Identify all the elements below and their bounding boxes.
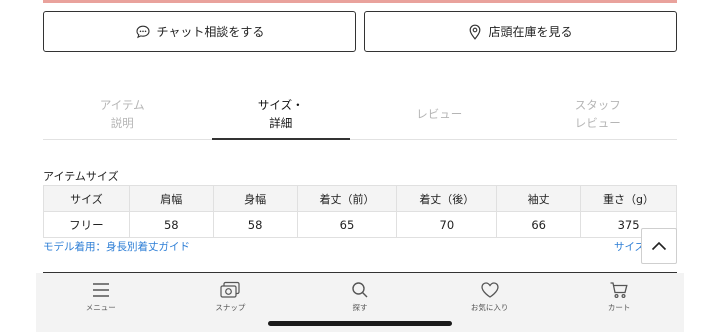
heart-icon <box>480 282 499 298</box>
nav-label: メニュー <box>85 303 116 312</box>
tab-label: サイズ・ 詳細 <box>257 97 304 130</box>
table-cell: 70 <box>396 211 498 238</box>
table-row: フリー 58 58 65 70 66 375 <box>43 211 677 238</box>
store-stock-label: 店頭在庫を見る <box>488 25 573 39</box>
tab-item-description[interactable]: アイテム 説明 <box>43 88 202 139</box>
header-cell: サイズ <box>43 185 130 212</box>
snap-icon <box>220 281 240 298</box>
size-table: サイズ 肩幅 身幅 着丈（前） 着丈（後） 袖丈 重さ（g） フリー 58 58… <box>43 185 677 238</box>
size-table-header-row: サイズ 肩幅 身幅 着丈（前） 着丈（後） 袖丈 重さ（g） <box>43 185 677 212</box>
nav-search[interactable]: 探す <box>315 281 405 313</box>
nav-snap[interactable]: スナップ <box>185 281 275 313</box>
location-pin-icon <box>470 24 481 40</box>
detail-tabs: アイテム 説明 サイズ・ 詳細 レビュー スタッフ レビュー <box>43 88 677 140</box>
chat-consult-button[interactable]: チャット相談をする <box>43 11 356 52</box>
header-cell: 肩幅 <box>128 185 214 212</box>
nav-cart[interactable]: カート <box>574 281 664 313</box>
store-stock-button[interactable]: 店頭在庫を見る <box>364 11 677 52</box>
header-cell: 重さ（g） <box>580 185 677 212</box>
header-cell: 身幅 <box>212 185 298 212</box>
table-cell: 66 <box>496 211 582 238</box>
nav-label: スナップ <box>215 303 246 312</box>
tab-label: スタッフ レビュー <box>574 97 621 130</box>
item-size-heading: アイテムサイズ <box>43 170 119 183</box>
table-cell: 58 <box>128 211 214 238</box>
table-cell: 65 <box>296 211 398 238</box>
top-accent-strip <box>43 0 677 3</box>
height-length-guide-link[interactable]: モデル着用：身長別着丈ガイド <box>43 239 190 254</box>
tab-review[interactable]: レビュー <box>360 88 519 139</box>
tab-staff-review[interactable]: スタッフ レビュー <box>519 88 678 139</box>
nav-label: お気に入り <box>470 303 509 312</box>
nav-favorites[interactable]: お気に入り <box>445 281 535 313</box>
header-cell: 袖丈 <box>496 185 582 212</box>
search-icon <box>352 282 368 298</box>
scroll-to-top-button[interactable] <box>641 228 677 264</box>
nav-label: カート <box>607 303 631 312</box>
tab-label: アイテム 説明 <box>99 97 145 130</box>
header-cell: 着丈（後） <box>396 185 498 212</box>
table-cell: 58 <box>212 211 298 238</box>
tab-label: レビュー <box>416 106 463 121</box>
nav-menu[interactable]: メニュー <box>56 281 146 313</box>
cart-icon <box>610 282 628 299</box>
home-indicator[interactable] <box>268 321 452 326</box>
nav-label: 探す <box>352 303 368 312</box>
chat-consult-label: チャット相談をする <box>156 25 265 39</box>
table-cell: フリー <box>43 211 130 238</box>
tab-size-details[interactable]: サイズ・ 詳細 <box>202 88 361 140</box>
header-cell: 着丈（前） <box>296 185 398 212</box>
chevron-up-icon <box>651 241 667 251</box>
menu-icon <box>92 283 109 297</box>
chat-bubble-icon <box>135 25 150 38</box>
